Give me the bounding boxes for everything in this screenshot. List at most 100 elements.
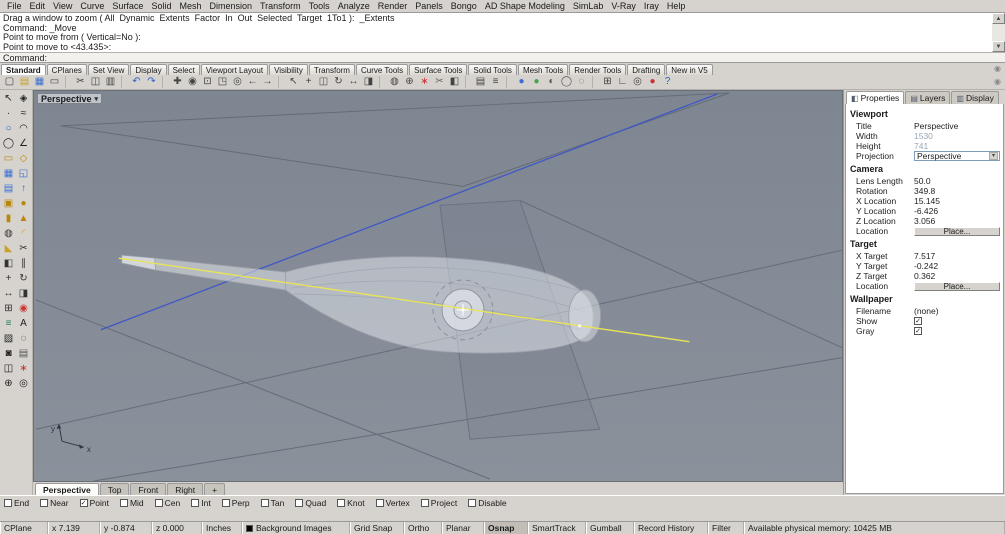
panel-tab-layers[interactable]: ▤ Layers <box>905 91 951 104</box>
zoom-selected-icon[interactable]: ◎ <box>230 75 245 89</box>
trim-icon[interactable]: ✂ <box>432 75 447 89</box>
osnap-option-int[interactable]: Int <box>191 498 211 508</box>
panel-tab-properties[interactable]: ◧ Properties <box>846 91 905 104</box>
property-checkbox-show[interactable]: ✓ <box>914 317 922 325</box>
toolbar-tab-mesh-tools[interactable]: Mesh Tools <box>517 64 569 75</box>
selection-filter-icon[interactable]: ◈ <box>16 92 31 107</box>
undo-view-icon[interactable]: ← <box>245 75 260 89</box>
menu-item-transform[interactable]: Transform <box>256 1 305 11</box>
toolbar-tab-set-view[interactable]: Set View <box>87 64 130 75</box>
status-cell-gumball[interactable]: Gumball <box>586 522 634 534</box>
print-icon[interactable]: ▭ <box>47 75 62 89</box>
layers-dialog-icon[interactable]: ▤ <box>473 75 488 89</box>
osnap-checkbox-cen[interactable] <box>154 498 163 507</box>
help-icon[interactable]: ? <box>660 75 675 89</box>
mirror-object-icon[interactable]: ◨ <box>361 75 376 89</box>
osnap-checkbox-knot[interactable] <box>337 498 346 507</box>
viewport-title-menu-icon[interactable]: ▾ <box>95 95 99 103</box>
viewport-title[interactable]: Perspective ▾ <box>37 93 103 104</box>
command-history[interactable]: Drag a window to zoom ( All Dynamic Exte… <box>0 13 992 52</box>
join-tool-icon[interactable]: ⊕ <box>1 377 16 392</box>
scrollbar-track[interactable] <box>992 24 1005 41</box>
status-cell-y-0-874[interactable]: y -0.874 <box>100 522 152 534</box>
menu-item-curve[interactable]: Curve <box>76 1 108 11</box>
osnap-checkbox-perp[interactable] <box>221 498 230 507</box>
extrude-icon[interactable]: ↑ <box>16 182 31 197</box>
toolbar-tab-solid-tools[interactable]: Solid Tools <box>468 64 517 75</box>
redo-icon[interactable]: ↷ <box>144 75 159 89</box>
select-objects-icon[interactable]: ↖ <box>286 75 301 89</box>
join-icon[interactable]: ⊕ <box>402 75 417 89</box>
toolbar-tab-select[interactable]: Select <box>167 64 200 75</box>
status-cell-cplane[interactable]: CPlane <box>0 522 48 534</box>
osnap-option-perp[interactable]: Perp <box>221 498 250 508</box>
status-cell-planar[interactable]: Planar <box>442 522 484 534</box>
object-properties-icon[interactable]: ≡ <box>488 75 503 89</box>
osnap-option-mid[interactable]: Mid <box>119 498 144 508</box>
osnap-checkbox-vertex[interactable] <box>375 498 384 507</box>
menu-item-simlab[interactable]: SimLab <box>569 1 608 11</box>
osnap-option-vertex[interactable]: Vertex <box>375 498 410 508</box>
grid-snap-icon[interactable]: ⊞ <box>600 75 615 89</box>
osnap-checkbox-near[interactable] <box>40 498 49 507</box>
osnap-option-disable[interactable]: Disable <box>468 498 507 508</box>
osnap-toggle-icon[interactable]: ◎ <box>630 75 645 89</box>
wireframe-viewport-icon[interactable]: ◯ <box>559 75 574 89</box>
osnap-checkbox-int[interactable] <box>191 498 200 507</box>
fillet-icon[interactable]: ◜ <box>16 227 31 242</box>
toolbar-tab-render-tools[interactable]: Render Tools <box>569 64 627 75</box>
trim-curve-icon[interactable]: ✂ <box>16 242 31 257</box>
toolbar-tab-display[interactable]: Display <box>130 64 167 75</box>
copy-icon[interactable]: ◫ <box>88 75 103 89</box>
offset-icon[interactable]: ∥ <box>16 257 31 272</box>
viewport-tab-front[interactable]: Front <box>130 483 167 495</box>
curve-boolean-icon[interactable]: ◍ <box>387 75 402 89</box>
menu-item-solid[interactable]: Solid <box>147 1 175 11</box>
menu-item-dimension[interactable]: Dimension <box>205 1 256 11</box>
osnap-checkbox-mid[interactable] <box>119 498 128 507</box>
property-checkbox-gray[interactable]: ✓ <box>914 327 922 335</box>
status-cell-filter[interactable]: Filter <box>708 522 744 534</box>
rectangle-icon[interactable]: ▭ <box>1 152 16 167</box>
menu-item-render[interactable]: Render <box>374 1 412 11</box>
redo-view-icon[interactable]: → <box>260 75 275 89</box>
osnap-option-project[interactable]: Project <box>420 498 457 508</box>
point-icon[interactable]: ∙ <box>1 107 16 122</box>
zoom-dynamic-icon[interactable]: ◉ <box>185 75 200 89</box>
polyline-icon[interactable]: ∠ <box>16 137 31 152</box>
split-curve-icon[interactable]: ◧ <box>1 257 16 272</box>
menu-item-file[interactable]: File <box>3 1 26 11</box>
menu-item-help[interactable]: Help <box>663 1 690 11</box>
rotate-object-icon[interactable]: ↻ <box>331 75 346 89</box>
status-cell-z-0-000[interactable]: z 0.000 <box>152 522 202 534</box>
menu-item-iray[interactable]: Iray <box>640 1 663 11</box>
zoom-tool-icon[interactable]: ◎ <box>16 377 31 392</box>
dimension-icon[interactable]: ≡ <box>1 317 16 332</box>
hide-object-icon[interactable]: ◌ <box>16 332 31 347</box>
toolbar-tab-surface-tools[interactable]: Surface Tools <box>409 64 468 75</box>
zoom-window-icon[interactable]: ⊡ <box>200 75 215 89</box>
rotate-icon[interactable]: ↻ <box>16 272 31 287</box>
property-select-projection[interactable]: Perspective ▾ <box>914 151 1000 161</box>
new-file-icon[interactable]: ▢ <box>2 75 17 89</box>
move-icon[interactable]: + <box>1 272 16 287</box>
surface-plane-icon[interactable]: ▦ <box>1 167 16 182</box>
toolbar-row-menu-icon[interactable]: ◉ <box>992 77 1003 88</box>
menu-item-tools[interactable]: Tools <box>305 1 334 11</box>
scale-object-icon[interactable]: ↔ <box>346 75 361 89</box>
circle-icon[interactable]: ○ <box>1 122 16 137</box>
status-cell-background-images[interactable]: Background Images <box>242 522 350 534</box>
status-cell-smarttrack[interactable]: SmartTrack <box>528 522 586 534</box>
select-arrow-icon[interactable]: ↖ <box>1 92 16 107</box>
sphere-icon[interactable]: ● <box>16 197 31 212</box>
surface-corner-icon[interactable]: ◱ <box>16 167 31 182</box>
osnap-option-knot[interactable]: Knot <box>337 498 365 508</box>
command-prompt-line[interactable]: Command: <box>0 52 1005 63</box>
status-cell-ortho[interactable]: Ortho <box>404 522 442 534</box>
copy-object-icon[interactable]: ◫ <box>316 75 331 89</box>
menu-item-panels[interactable]: Panels <box>411 1 447 11</box>
save-icon[interactable]: ▦ <box>32 75 47 89</box>
render-icon[interactable]: ● <box>514 75 529 89</box>
command-scrollbar[interactable]: ▲ ▼ <box>992 13 1005 52</box>
menu-item-bongo[interactable]: Bongo <box>447 1 481 11</box>
